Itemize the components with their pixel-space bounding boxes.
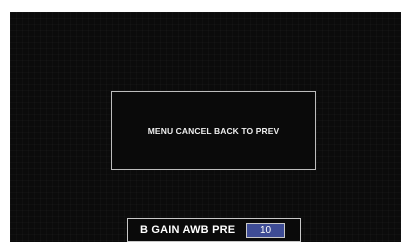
status-bar: B GAIN AWB PRE 10: [127, 218, 301, 242]
screen: MENU CANCEL BACK TO PREV B GAIN AWB PRE …: [0, 0, 412, 242]
message-box: MENU CANCEL BACK TO PREV: [111, 91, 316, 170]
status-label: B GAIN AWB PRE: [140, 224, 236, 236]
message-text: MENU CANCEL BACK TO PREV: [147, 126, 280, 136]
value-box: 10: [246, 223, 285, 238]
monitor-display: MENU CANCEL BACK TO PREV B GAIN AWB PRE …: [10, 12, 401, 242]
